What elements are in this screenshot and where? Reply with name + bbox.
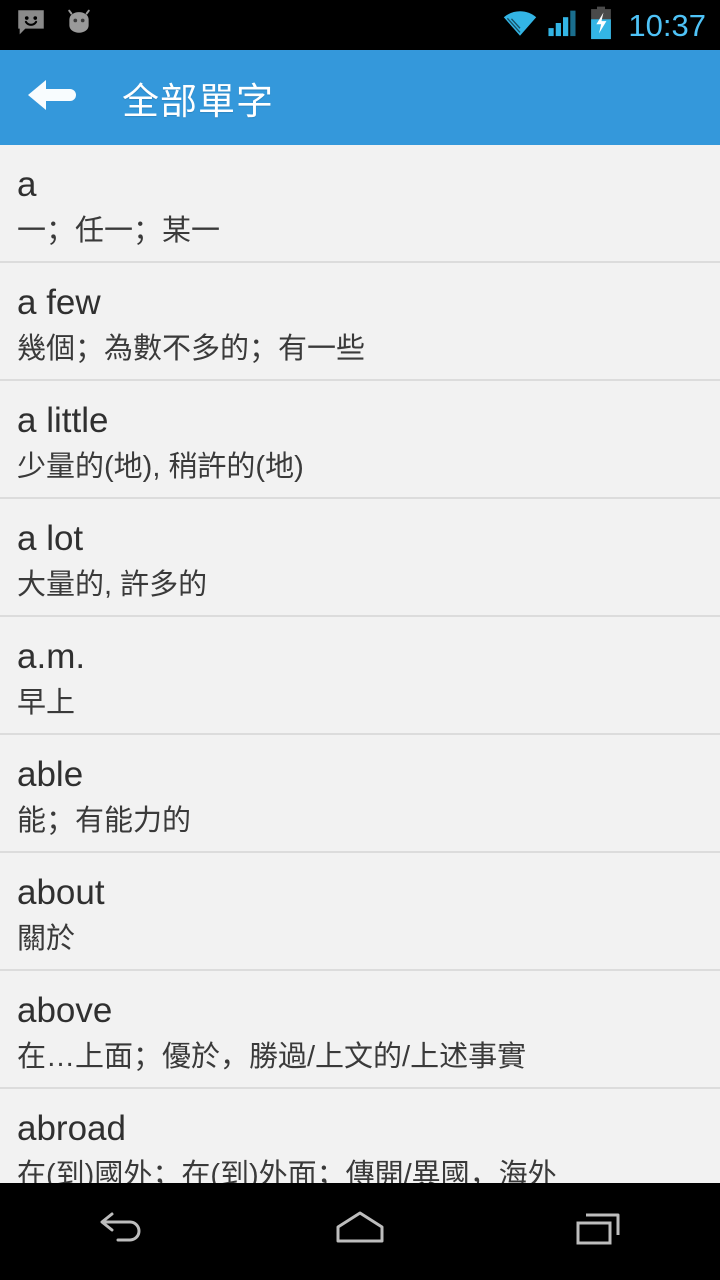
arrow-left-icon (24, 75, 78, 120)
nav-back-icon (92, 1205, 148, 1258)
status-system-icons: 10:37 (502, 6, 706, 45)
nav-recents-button[interactable] (510, 1183, 690, 1280)
definition-label: 在…上面；優於，勝過/上文的/上述事實 (17, 1041, 527, 1074)
nav-back-button[interactable] (30, 1183, 210, 1280)
word-label: a little (17, 401, 109, 440)
word-label: a.m. (17, 637, 86, 676)
list-item[interactable]: a little 少量的(地), 稍許的(地) (0, 381, 720, 499)
word-label: above (17, 991, 113, 1030)
nav-recents-icon (572, 1205, 628, 1258)
definition-label: 關於 (17, 923, 76, 956)
word-list[interactable]: a 一；任一；某一 a few 幾個；為數不多的；有一些 a little 少量… (0, 145, 720, 1183)
definition-label: 幾個；為數不多的；有一些 (17, 333, 366, 366)
messaging-icon (14, 6, 48, 45)
android-head-icon (62, 6, 96, 45)
list-item[interactable]: a 一；任一；某一 (0, 145, 720, 263)
status-bar: 10:37 (0, 0, 720, 50)
wifi-icon (502, 8, 538, 43)
word-label: a few (17, 283, 101, 322)
definition-label: 少量的(地), 稍許的(地) (17, 451, 304, 484)
definition-label: 早上 (17, 687, 76, 720)
battery-charging-icon (588, 6, 614, 45)
navigation-bar (0, 1183, 720, 1280)
list-item[interactable]: a lot 大量的, 許多的 (0, 499, 720, 617)
back-button[interactable] (0, 50, 92, 145)
nav-home-button[interactable] (270, 1183, 450, 1280)
definition-label: 一；任一；某一 (17, 215, 221, 248)
action-bar: 全部單字 (0, 50, 720, 145)
word-label: a lot (17, 519, 84, 558)
list-item[interactable]: able 能；有能力的 (0, 735, 720, 853)
list-item[interactable]: abroad 在(到)國外；在(到)外面；傳開/異國，海外 (0, 1089, 720, 1183)
word-label: about (17, 873, 105, 912)
list-item[interactable]: a.m. 早上 (0, 617, 720, 735)
word-label: a (17, 165, 37, 204)
page-title: 全部單字 (122, 80, 274, 122)
list-item[interactable]: above 在…上面；優於，勝過/上文的/上述事實 (0, 971, 720, 1089)
list-item[interactable]: a few 幾個；為數不多的；有一些 (0, 263, 720, 381)
definition-label: 能；有能力的 (17, 805, 192, 838)
nav-home-icon (330, 1205, 390, 1258)
word-label: abroad (17, 1109, 126, 1148)
definition-label: 大量的, 許多的 (17, 569, 208, 602)
definition-label: 在(到)國外；在(到)外面；傳開/異國，海外 (17, 1159, 557, 1183)
status-notification-icons (14, 6, 96, 45)
signal-icon (547, 8, 579, 43)
phone-screen: 10:37 全部單字 a 一；任一；某一 a few 幾個；為數不多的；有一些 … (0, 0, 720, 1280)
status-clock: 10:37 (628, 7, 706, 43)
word-label: able (17, 755, 84, 794)
list-item[interactable]: about 關於 (0, 853, 720, 971)
